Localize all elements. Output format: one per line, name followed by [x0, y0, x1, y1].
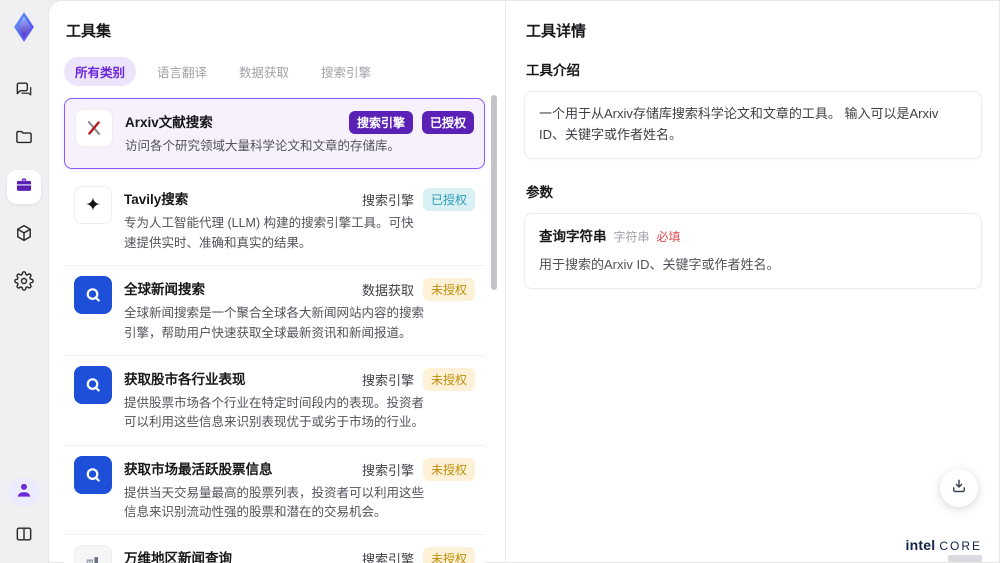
detail-title: 工具详情 [526, 23, 587, 40]
category-badge: 搜索引擎 [348, 111, 413, 134]
status-badge: 未授权 [422, 278, 475, 302]
global-news-logo-icon [74, 276, 112, 315]
tavily-logo-icon: ✦ [74, 186, 112, 225]
sidebar-item-files[interactable] [7, 122, 41, 156]
stock-sector-logo-icon [74, 365, 112, 404]
tool-item-stock-sector[interactable]: 获取股市各行业表现 提供股票市场各个行业在特定时间段内的表现。投资者可以利用这些… [64, 355, 485, 446]
arxiv-logo-icon [75, 109, 113, 147]
tool-intro-box: 一个用于从Arxiv存储库搜索科学论文和文章的工具。 输入可以是Arxiv ID… [524, 91, 982, 159]
chat-icon [14, 79, 34, 104]
main-area: 工具集 所有类别 语言翻译 数据获取 搜索引擎 Arxiv文献搜索 访问各个研究… [48, 0, 1000, 563]
left-rail [0, 0, 48, 563]
intro-heading: 工具介绍 [526, 63, 580, 78]
params-heading: 参数 [526, 184, 553, 200]
tab-search-engine[interactable]: 搜索引擎 [310, 57, 382, 86]
panel-toggle-icon [14, 524, 34, 549]
tab-data-fetch[interactable]: 数据获取 [228, 57, 300, 86]
category-label: 数据获取 [361, 283, 414, 299]
regional-news-logo-icon [74, 545, 112, 563]
tool-item-tavily[interactable]: ✦ Tavily搜索 专为人工智能代理 (LLM) 构建的搜索引擎工具。可快速提… [64, 176, 485, 267]
app-gem-logo [7, 10, 41, 44]
category-label: 搜索引擎 [361, 193, 414, 209]
sidebar-item-chat[interactable] [7, 74, 41, 108]
sidebar-item-settings[interactable] [7, 266, 41, 300]
intel-brand-text: intel [905, 537, 936, 553]
download-icon [950, 477, 968, 500]
tool-item-global-news[interactable]: 全球新闻搜索 全球新闻搜索是一个聚合全球各大新闻网站内容的搜索引擎，帮助用户快速… [64, 266, 485, 356]
tab-translation[interactable]: 语言翻译 [146, 57, 218, 86]
folder-icon [14, 127, 34, 152]
intel-core-logo: intel CORE [905, 537, 982, 562]
user-icon [14, 480, 34, 505]
intel-logo-subtext-bar [948, 555, 982, 562]
param-type: 字符串 [613, 229, 650, 244]
category-label: 搜索引擎 [361, 462, 414, 478]
tool-list-panel: 工具集 所有类别 语言翻译 数据获取 搜索引擎 Arxiv文献搜索 访问各个研究… [48, 0, 505, 563]
param-name: 查询字符串 [539, 228, 607, 244]
status-badge: 已授权 [421, 111, 474, 134]
param-required-flag: 必填 [656, 229, 681, 244]
status-badge: 已授权 [422, 188, 475, 212]
tool-description: 提供当天交易量最高的股票列表，投资者可以利用这些信息来识别流动性强的股票和潜在的… [124, 485, 425, 519]
rail-nav [7, 74, 41, 300]
tool-description: 专为人工智能代理 (LLM) 构建的搜索引擎工具。可快速提供实时、准确和真实的结… [124, 216, 414, 250]
page-title: 工具集 [66, 23, 112, 40]
gear-icon [14, 270, 34, 296]
tool-description: 全球新闻搜索是一个聚合全球各大新闻网站内容的搜索引擎，帮助用户快速获取全球最新资… [124, 306, 425, 340]
core-brand-text: CORE [939, 539, 982, 553]
tool-item-regional-news[interactable]: 万维地区新闻查询 查询具体行政区划内的新闻，快速了解各地新闻动 搜索引擎 未授权 [64, 535, 485, 563]
status-badge: 未授权 [422, 457, 475, 481]
tool-description: 访问各个研究领域大量科学论文和文章的存储库。 [125, 139, 401, 153]
download-button[interactable] [940, 469, 978, 507]
category-tabs: 所有类别 语言翻译 数据获取 搜索引擎 [64, 57, 485, 86]
cube-icon [14, 223, 34, 248]
tool-item-stock-active[interactable]: 获取市场最活跃股票信息 提供当天交易量最高的股票列表，投资者可以利用这些信息来识… [64, 445, 485, 536]
tool-item-arxiv[interactable]: Arxiv文献搜索 访问各个研究领域大量科学论文和文章的存储库。 搜索引擎 已授… [64, 98, 485, 170]
user-avatar-button[interactable] [9, 477, 39, 507]
briefcase-icon [14, 175, 34, 200]
tool-detail-panel: 工具详情 工具介绍 一个用于从Arxiv存储库搜索科学论文和文章的工具。 输入可… [505, 0, 1000, 563]
collapse-panel-button[interactable] [7, 519, 41, 553]
status-badge: 未授权 [422, 547, 475, 563]
list-scrollbar-thumb[interactable] [491, 95, 497, 290]
tool-description: 提供股票市场各个行业在特定时间段内的表现。投资者可以利用这些信息来识别表现优于或… [124, 395, 425, 430]
param-description: 用于搜索的Arxiv ID、关键字或作者姓名。 [539, 257, 780, 273]
status-badge: 未授权 [422, 367, 475, 391]
tool-title: 万维地区新闻查询 [124, 551, 232, 563]
stock-active-logo-icon [74, 455, 112, 494]
tool-list: Arxiv文献搜索 访问各个研究领域大量科学论文和文章的存储库。 搜索引擎 已授… [64, 98, 485, 563]
category-label: 搜索引擎 [361, 552, 414, 563]
sidebar-item-models[interactable] [7, 218, 41, 252]
tab-all-categories[interactable]: 所有类别 [64, 57, 137, 86]
sidebar-item-tools[interactable] [7, 170, 41, 204]
param-box: 查询字符串 字符串 必填 用于搜索的Arxiv ID、关键字或作者姓名。 [524, 212, 982, 289]
category-label: 搜索引擎 [361, 372, 414, 388]
